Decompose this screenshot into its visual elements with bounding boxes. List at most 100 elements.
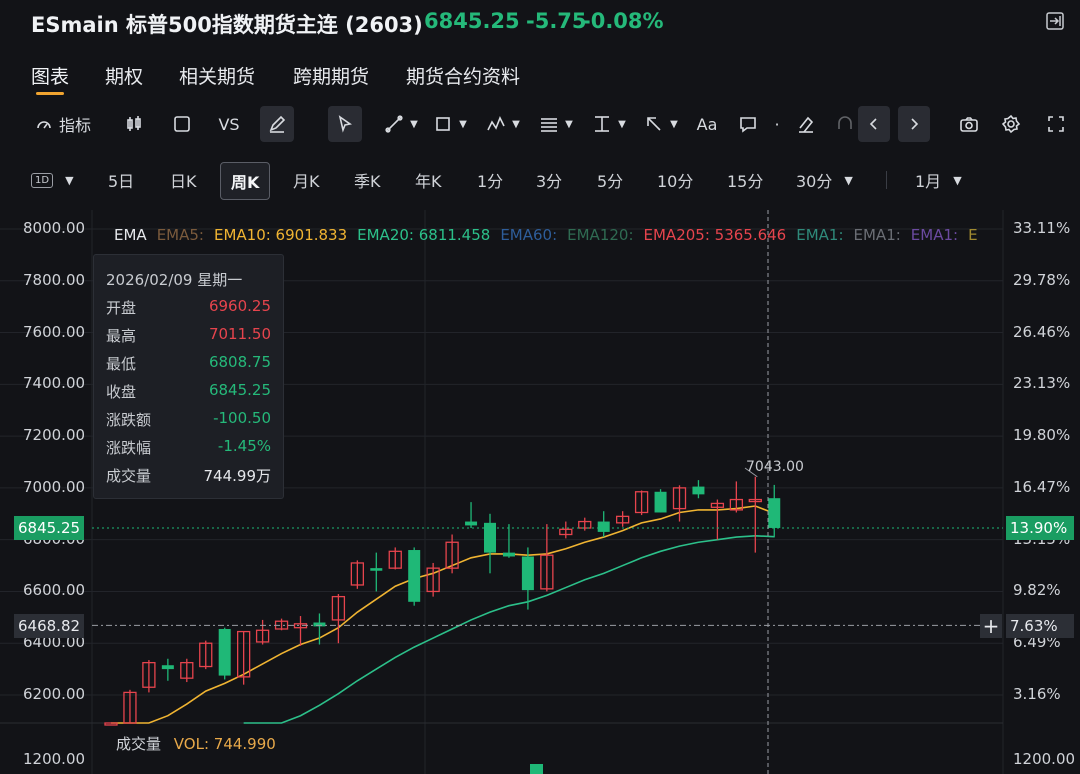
tab-related-futures[interactable]: 相关期货 [179, 62, 255, 89]
comment-icon [740, 117, 756, 133]
tooltip-row: 开盘 6960.25 [106, 297, 271, 318]
volume-axis-left-tick: 1200.00 [23, 750, 86, 768]
ema-legend-item[interactable]: EMA1: [911, 226, 958, 244]
ema-legend-item[interactable]: EMA10: 6901.833 [214, 226, 347, 244]
comment-tool-button[interactable] [735, 106, 761, 142]
period-10min[interactable]: 10分 [657, 162, 693, 198]
tooltip-row: 收盘 6845.25 [106, 381, 271, 402]
ema-legend-item[interactable]: EMA20: 6811.458 [357, 226, 490, 244]
drawing-toolbar: 指标 VS ▼ ▼ ▼ ▼ ▼ ▼ Aa · [0, 106, 1080, 144]
ema-legend-item[interactable]: EMA205: 5365.646 [644, 226, 787, 244]
main-tabs: 图表 期权 相关期货 跨期期货 期货合约资料 [0, 58, 1080, 98]
ema-legend-item[interactable]: E [968, 226, 977, 244]
snapshot-button[interactable] [956, 106, 982, 142]
crosshair-price-tag: 6468.82 [14, 614, 85, 638]
tooltip-value: 744.99万 [203, 467, 272, 485]
candle-body [370, 568, 383, 571]
arrow-tool-button[interactable]: ▼ [641, 106, 681, 142]
ema-legend-item[interactable]: EMA5: [157, 226, 204, 244]
y-tick-label: 7600.00 [23, 322, 86, 341]
tooltip-row: 最高 7011.50 [106, 325, 271, 346]
y-pct-tick-label: 3.16% [1013, 685, 1061, 703]
compare-button[interactable]: VS [214, 106, 244, 142]
interval-badge: 1D [31, 172, 54, 188]
cursor-icon [338, 115, 352, 133]
y-pct-tick-label: 23.13% [1013, 374, 1071, 393]
tab-contract-info[interactable]: 期货合约资料 [406, 62, 520, 89]
gear-icon [1001, 114, 1021, 134]
ema-legend-item[interactable]: EMA60: [500, 226, 557, 244]
y-tick-label: 7400.00 [23, 374, 86, 393]
range-dropdown[interactable]: 1月 ▼ [915, 162, 962, 198]
price-change-pct: -0.08% [582, 9, 664, 33]
candle-body [408, 550, 421, 602]
period-year[interactable]: 年K [415, 162, 442, 198]
period-15min[interactable]: 15分 [727, 162, 763, 198]
chevron-down-icon: ▼ [618, 118, 626, 130]
rectangle-tool-icon [436, 117, 450, 131]
tooltip-label: 涨跌额 [106, 411, 152, 429]
period-selector: 1D ▼ 5日 日K 周K 月K 季K 年K 1分 3分 5分 10分 15分 … [0, 162, 1080, 200]
period-5d[interactable]: 5日 [108, 162, 134, 198]
ema-legend-item[interactable]: EMA1: [854, 226, 901, 244]
exit-icon[interactable] [1045, 11, 1065, 31]
ema-legend[interactable]: EMA EMA5: EMA10: 6901.833 EMA20: 6811.458 EM… [114, 226, 988, 244]
indicator-button[interactable]: 指标 [30, 106, 96, 142]
tooltip-label: 成交量 [106, 467, 152, 485]
candle-body [465, 521, 478, 526]
period-quarter[interactable]: 季K [354, 162, 381, 198]
candle-style-button[interactable] [122, 106, 146, 142]
candle-body [484, 522, 496, 553]
period-month[interactable]: 月K [293, 162, 320, 198]
shape-tool-button[interactable]: ▼ [430, 106, 470, 142]
candle-body [768, 498, 781, 528]
cursor-tool-button[interactable] [328, 106, 362, 142]
text-tool-button[interactable]: Aa [694, 106, 720, 142]
add-alert-button[interactable]: + [980, 614, 1002, 638]
tooltip-label: 收盘 [106, 383, 137, 401]
fullscreen-square-button[interactable] [170, 106, 194, 142]
ema-legend-item[interactable]: EMA1: [796, 226, 843, 244]
tooltip-value: -100.50 [213, 409, 271, 427]
period-3min[interactable]: 3分 [536, 162, 562, 198]
volume-value: VOL: 744.990 [173, 735, 276, 753]
tab-spread-futures[interactable]: 跨期期货 [293, 62, 369, 89]
settings-button[interactable] [998, 106, 1024, 142]
period-week[interactable]: 周K [220, 162, 271, 200]
candle-body [502, 552, 515, 557]
y-pct-tick-label: 9.82% [1013, 581, 1061, 600]
y-tick-label: 7800.00 [23, 270, 86, 289]
chevron-down-icon: ▼ [65, 173, 74, 187]
candle-body [654, 491, 667, 513]
period-30min-label: 30分 [796, 172, 833, 191]
scroll-left-button[interactable] [858, 106, 890, 142]
pattern-tool-button[interactable]: ▼ [483, 106, 523, 142]
period-30min[interactable]: 30分 ▼ [796, 162, 853, 198]
peak-label: 7043.00 [746, 459, 804, 475]
magnet-tool-button[interactable] [834, 106, 856, 142]
expand-button[interactable] [1043, 106, 1069, 142]
tooltip-label: 涨跌幅 [106, 439, 152, 457]
interval-dropdown[interactable]: 1D ▼ [31, 162, 74, 198]
eraser-tool-button[interactable] [793, 106, 819, 142]
fib-tool-button[interactable]: ▼ [536, 106, 576, 142]
chevron-down-icon: ▼ [565, 118, 573, 130]
tab-options[interactable]: 期权 [105, 62, 143, 89]
measure-tool-button[interactable]: ▼ [589, 106, 629, 142]
period-1min[interactable]: 1分 [477, 162, 503, 198]
more-tools-dot[interactable]: · [772, 106, 782, 142]
period-5min[interactable]: 5分 [597, 162, 623, 198]
arrow-icon [647, 117, 661, 131]
candle-body [597, 521, 610, 532]
price-change: -5.75 [526, 9, 587, 33]
ema-legend-item[interactable]: EMA [114, 226, 147, 244]
tab-chart[interactable]: 图表 [31, 62, 69, 89]
y-tick-label: 7200.00 [23, 426, 86, 445]
period-day[interactable]: 日K [170, 162, 197, 198]
ema-legend-item[interactable]: EMA120: [567, 226, 633, 244]
active-tab-indicator [36, 92, 64, 95]
y-tick-label: 7000.00 [23, 477, 86, 496]
scroll-right-button[interactable] [898, 106, 930, 142]
draw-pen-button[interactable] [260, 106, 294, 142]
line-tool-button[interactable]: ▼ [376, 106, 426, 142]
